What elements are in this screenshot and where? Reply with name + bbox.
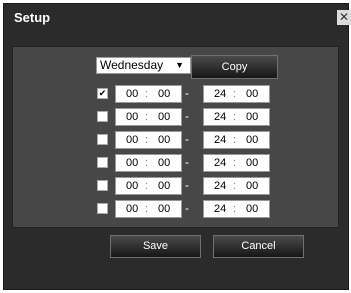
title-bar: Setup ✕ bbox=[4, 4, 351, 32]
day-select-value: Wednesday bbox=[100, 58, 164, 72]
period-checkbox[interactable] bbox=[97, 180, 108, 191]
time-colon: : bbox=[145, 180, 149, 192]
end-minute: 00 bbox=[246, 157, 259, 169]
time-colon: : bbox=[233, 203, 237, 215]
time-colon: : bbox=[145, 157, 149, 169]
end-hour: 24 bbox=[214, 111, 227, 123]
start-time-field[interactable]: 00 : 00 bbox=[115, 200, 182, 218]
start-hour: 00 bbox=[126, 203, 139, 215]
time-row: 00 : 00 - 24 : 00 bbox=[13, 176, 340, 196]
time-row: 00 : 00 - 24 : 00 bbox=[13, 107, 340, 127]
period-checkbox[interactable]: ✔ bbox=[97, 88, 108, 99]
period-checkbox[interactable] bbox=[97, 203, 108, 214]
end-minute: 00 bbox=[246, 88, 259, 100]
end-time-field[interactable]: 24 : 00 bbox=[203, 85, 270, 103]
start-hour: 00 bbox=[126, 134, 139, 146]
time-colon: : bbox=[145, 111, 149, 123]
cancel-button[interactable]: Cancel bbox=[213, 235, 304, 258]
end-time-field[interactable]: 24 : 00 bbox=[203, 200, 270, 218]
dropdown-arrow-icon: ▼ bbox=[175, 60, 184, 70]
end-time-field[interactable]: 24 : 00 bbox=[203, 131, 270, 149]
start-hour: 00 bbox=[126, 157, 139, 169]
time-colon: : bbox=[145, 88, 149, 100]
schedule-panel: Wednesday ▼ Copy ✔ 00 : 00 - 24 : 00 00 … bbox=[12, 46, 339, 228]
range-separator: - bbox=[185, 178, 189, 192]
time-colon: : bbox=[145, 134, 149, 146]
start-minute: 00 bbox=[158, 157, 171, 169]
time-colon: : bbox=[233, 134, 237, 146]
dialog-title: Setup bbox=[14, 10, 51, 25]
time-row: 00 : 00 - 24 : 00 bbox=[13, 130, 340, 150]
start-hour: 00 bbox=[126, 88, 139, 100]
end-time-field[interactable]: 24 : 00 bbox=[203, 108, 270, 126]
start-time-field[interactable]: 00 : 00 bbox=[115, 131, 182, 149]
end-hour: 24 bbox=[214, 88, 227, 100]
day-select[interactable]: Wednesday ▼ bbox=[96, 57, 191, 74]
range-separator: - bbox=[185, 132, 189, 146]
close-icon[interactable]: ✕ bbox=[337, 10, 351, 25]
time-row: ✔ 00 : 00 - 24 : 00 bbox=[13, 84, 340, 104]
start-minute: 00 bbox=[158, 203, 171, 215]
range-separator: - bbox=[185, 201, 189, 215]
start-minute: 00 bbox=[158, 180, 171, 192]
save-button[interactable]: Save bbox=[110, 235, 201, 258]
start-time-field[interactable]: 00 : 00 bbox=[115, 154, 182, 172]
end-minute: 00 bbox=[246, 134, 259, 146]
start-minute: 00 bbox=[158, 111, 171, 123]
end-minute: 00 bbox=[246, 180, 259, 192]
time-colon: : bbox=[233, 180, 237, 192]
end-time-field[interactable]: 24 : 00 bbox=[203, 154, 270, 172]
time-colon: : bbox=[233, 88, 237, 100]
range-separator: - bbox=[185, 86, 189, 100]
end-hour: 24 bbox=[214, 157, 227, 169]
range-separator: - bbox=[185, 109, 189, 123]
end-hour: 24 bbox=[214, 203, 227, 215]
copy-button[interactable]: Copy bbox=[191, 55, 278, 79]
end-hour: 24 bbox=[214, 180, 227, 192]
start-minute: 00 bbox=[158, 134, 171, 146]
time-row: 00 : 00 - 24 : 00 bbox=[13, 153, 340, 173]
period-checkbox[interactable] bbox=[97, 111, 108, 122]
start-hour: 00 bbox=[126, 180, 139, 192]
start-time-field[interactable]: 00 : 00 bbox=[115, 85, 182, 103]
end-hour: 24 bbox=[214, 134, 227, 146]
start-time-field[interactable]: 00 : 00 bbox=[115, 177, 182, 195]
period-checkbox[interactable] bbox=[97, 134, 108, 145]
time-colon: : bbox=[145, 203, 149, 215]
time-colon: : bbox=[233, 111, 237, 123]
end-minute: 00 bbox=[246, 203, 259, 215]
setup-dialog: Setup ✕ Wednesday ▼ Copy ✔ 00 : 00 - 24 … bbox=[3, 3, 351, 290]
start-minute: 00 bbox=[158, 88, 171, 100]
period-checkbox[interactable] bbox=[97, 157, 108, 168]
end-time-field[interactable]: 24 : 00 bbox=[203, 177, 270, 195]
start-time-field[interactable]: 00 : 00 bbox=[115, 108, 182, 126]
start-hour: 00 bbox=[126, 111, 139, 123]
range-separator: - bbox=[185, 155, 189, 169]
time-colon: : bbox=[233, 157, 237, 169]
time-row: 00 : 00 - 24 : 00 bbox=[13, 199, 340, 219]
end-minute: 00 bbox=[246, 111, 259, 123]
